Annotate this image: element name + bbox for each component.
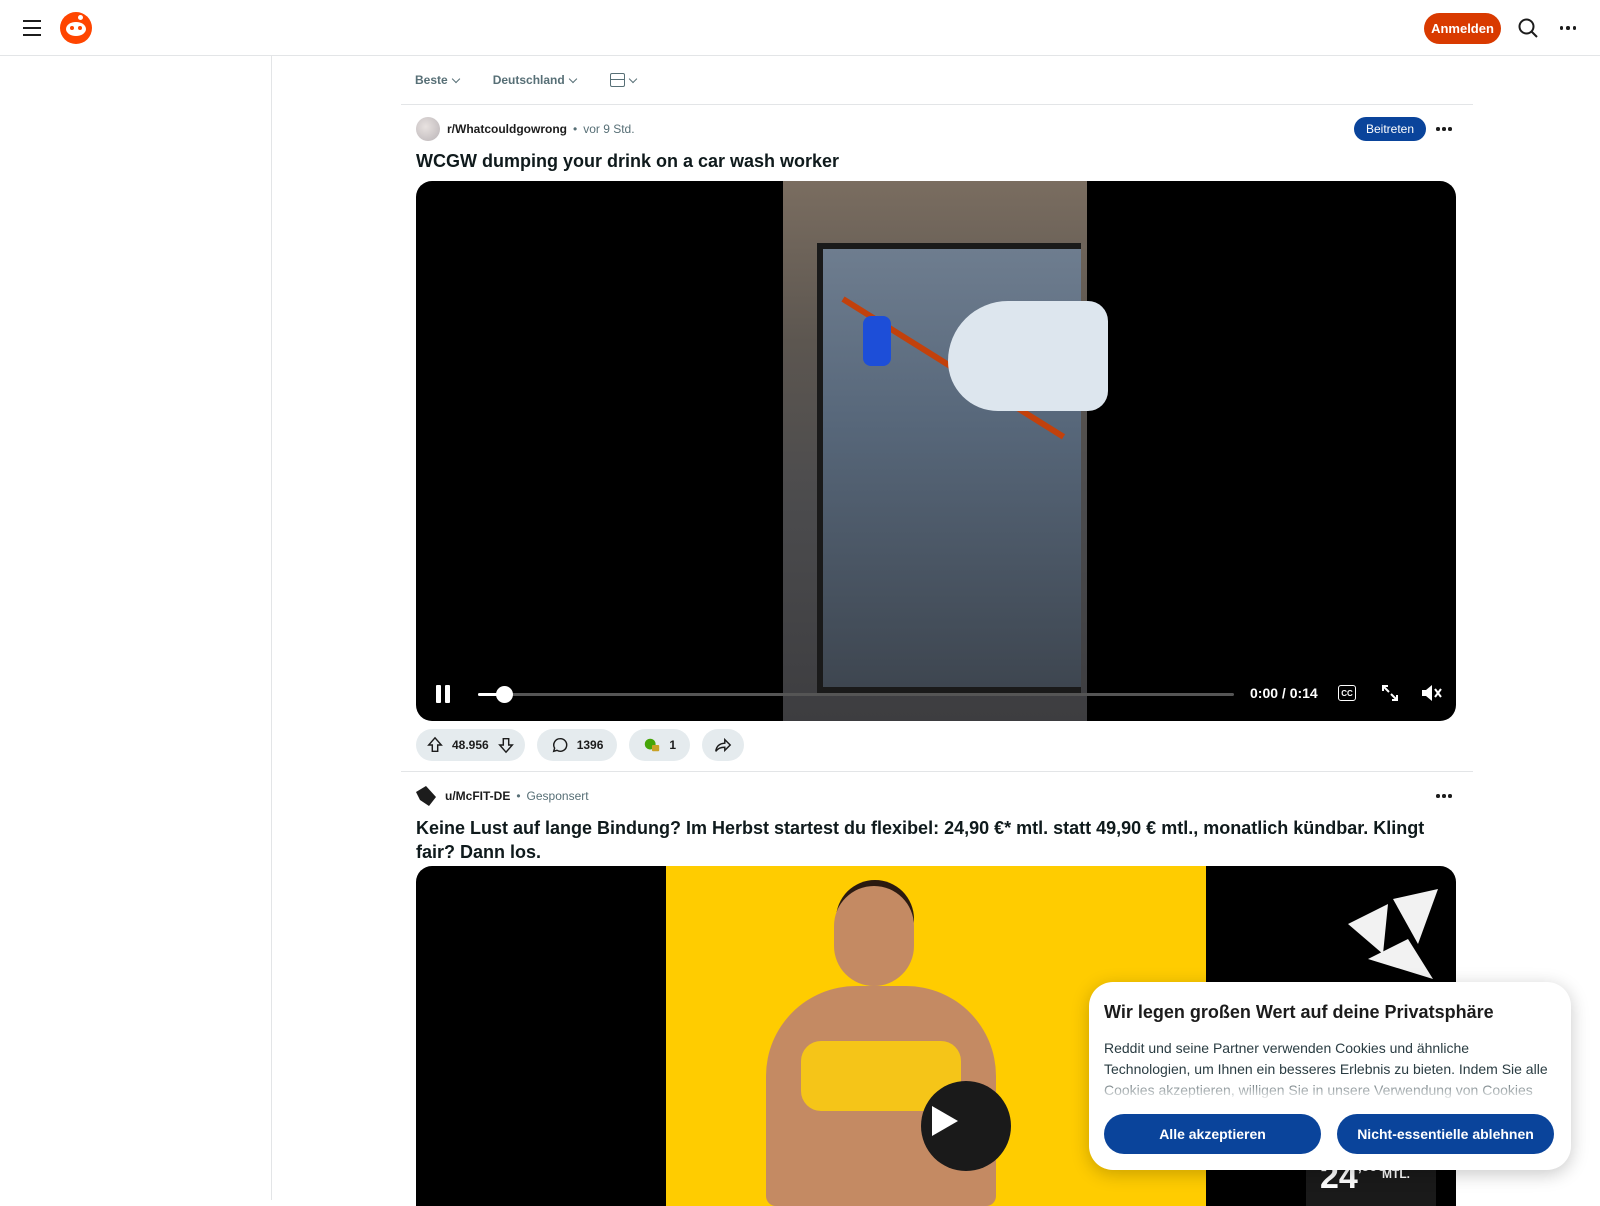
video-progress-bar[interactable] [478,686,1234,703]
menu-icon[interactable] [20,16,44,40]
comments-button[interactable]: 1396 [536,729,618,761]
comment-count: 1396 [576,738,604,752]
separator-dot: • [516,789,521,803]
layout-view-dropdown[interactable] [609,66,650,94]
award-button[interactable]: 1 [629,729,691,761]
upvote-icon[interactable] [426,736,444,754]
login-button[interactable]: Anmelden [1424,13,1501,44]
separator-dot: • [572,122,578,136]
post-meta: r/Whatcouldgowrong • vor 9 Std. [416,117,1456,141]
region-label: Deutschland [492,73,565,87]
cookie-body: Reddit und seine Partner verwenden Cooki… [1104,1040,1548,1098]
progress-knob[interactable] [496,686,513,703]
share-icon [715,737,732,753]
muted-speaker-icon[interactable] [1420,682,1444,704]
subreddit-link[interactable]: r/Whatcouldgowrong [447,122,567,136]
sponsored-label: Gesponsert [526,789,589,803]
play-icon[interactable] [916,1096,966,1146]
ad-title[interactable]: Keine Lust auf lange Bindung? Im Herbst … [416,816,1456,864]
cookie-title: Wir legen großen Wert auf deine Privatsp… [1104,1002,1494,1022]
video-controls: 0:00 / 0:14 CC [416,667,1456,721]
more-options-icon[interactable] [1556,16,1580,40]
divider [401,104,1473,105]
accept-all-button[interactable]: Alle akzeptieren [1104,1114,1321,1154]
award-count: 1 [669,738,677,752]
join-button[interactable]: Beitreten [1353,117,1426,141]
region-dropdown[interactable]: Deutschland [493,66,590,94]
subreddit-avatar[interactable] [416,117,440,141]
search-icon[interactable] [1516,16,1540,40]
reject-nonessential-button[interactable]: Nicht-essentielle ablehnen [1337,1114,1554,1154]
vote-control: 48.956 [416,729,525,761]
post-action-bar: 48.956 1396 1 [416,729,745,761]
cookie-consent-dialog: Wir legen großen Wert auf deine Privatsp… [1089,982,1571,1170]
card-layout-icon [609,73,625,87]
vote-count: 48.956 [452,738,489,752]
post-time: vor 9 Std. [583,122,635,136]
post-meta: u/McFIT-DE • Gesponsert [416,784,1456,808]
share-button[interactable] [702,729,745,761]
mcfit-logo-icon [1348,889,1438,979]
sort-dropdown[interactable]: Beste [401,66,473,94]
award-icon [645,738,660,752]
post-card: r/Whatcouldgowrong • vor 9 Std. Beitrete… [416,117,1456,173]
divider [401,771,1473,772]
sort-label: Beste [415,73,448,87]
sponsored-post-card: u/McFIT-DE • Gesponsert Keine Lust auf l… [416,784,1456,864]
reddit-logo-icon[interactable] [60,12,92,44]
captions-button[interactable]: CC [1338,685,1356,701]
chevron-down-icon [451,74,460,83]
sidebar-divider [271,56,272,1200]
downvote-icon[interactable] [497,736,515,754]
video-time: 0:00 / 0:14 [1250,685,1318,701]
pause-icon[interactable] [434,683,454,705]
post-options-icon[interactable] [1432,117,1456,141]
fullscreen-icon[interactable] [1380,683,1400,703]
post-options-icon[interactable] [1432,784,1456,808]
chevron-down-icon [628,74,637,83]
feed-sort-bar: Beste Deutschland [401,66,650,94]
top-navigation-bar: Anmelden [0,0,1600,56]
advertiser-link[interactable]: u/McFIT-DE [445,789,510,803]
video-frame [783,181,1108,721]
chevron-down-icon [568,74,577,83]
post-title[interactable]: WCGW dumping your drink on a car wash wo… [416,149,1456,173]
advertiser-avatar[interactable] [416,786,436,806]
comment-icon [552,737,568,753]
video-player[interactable]: 0:00 / 0:14 CC [416,181,1456,721]
